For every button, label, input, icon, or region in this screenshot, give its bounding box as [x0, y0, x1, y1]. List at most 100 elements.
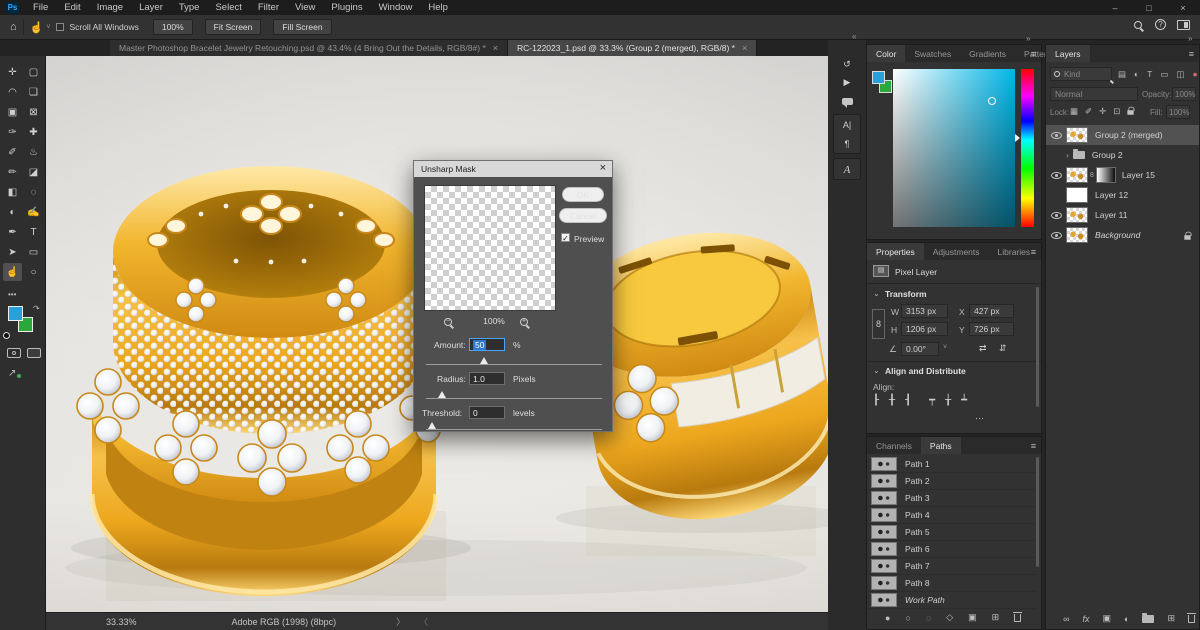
properties-scrollbar[interactable]	[1036, 287, 1039, 407]
layers-panel-menu-icon[interactable]: ≡	[1189, 49, 1194, 59]
stroke-path-icon[interactable]: ○	[905, 613, 910, 623]
workspace-icon[interactable]	[1177, 20, 1190, 30]
menu-view[interactable]: View	[287, 0, 323, 15]
align-top-icon[interactable]: ┯	[929, 395, 935, 406]
screen-mode-icon[interactable]	[27, 348, 41, 358]
menu-type[interactable]: Type	[171, 0, 208, 15]
history-brush-tool[interactable]: ✏	[3, 163, 22, 181]
path-row[interactable]: Path 8	[867, 575, 1037, 592]
tab-layers[interactable]: Layers	[1046, 45, 1090, 62]
layer-row-layer12[interactable]: Layer 12	[1046, 185, 1199, 205]
threshold-slider-thumb[interactable]	[428, 422, 436, 429]
color-field-cursor[interactable]	[988, 97, 996, 105]
glyphs-panel-icon[interactable]: A	[835, 161, 859, 178]
delete-path-icon[interactable]	[1014, 614, 1021, 622]
menu-image[interactable]: Image	[89, 0, 131, 15]
menu-window[interactable]: Window	[371, 0, 421, 15]
add-mask-icon[interactable]: ▣	[968, 612, 977, 623]
dialog-close-icon[interactable]: ×	[600, 162, 606, 174]
paths-scrollbar[interactable]	[1036, 457, 1039, 567]
minimize-button[interactable]: –	[1098, 0, 1132, 15]
share-icon[interactable]: ↗	[8, 368, 16, 379]
menu-edit[interactable]: Edit	[56, 0, 88, 15]
radius-slider[interactable]	[426, 398, 602, 399]
layer-row-group2-merged[interactable]: Group 2 (merged)	[1046, 125, 1199, 145]
smudge-tool[interactable]: ✍	[24, 203, 43, 221]
collapse-panels-icon[interactable]: «	[852, 32, 856, 41]
type-tool[interactable]: T	[24, 223, 43, 241]
path-row[interactable]: Path 6	[867, 541, 1037, 558]
visibility-toggle[interactable]	[1046, 212, 1066, 219]
lasso-tool[interactable]: ◠	[3, 83, 22, 101]
layer-style-icon[interactable]: fx	[1082, 614, 1089, 624]
filter-adjust-icon[interactable]: ◐	[1134, 69, 1139, 80]
layer-thumbnail[interactable]	[1066, 207, 1088, 223]
marquee-tool[interactable]: ▢	[24, 63, 43, 81]
path-selection-tool[interactable]: ➤	[3, 243, 22, 261]
path-row[interactable]: Path 7	[867, 558, 1037, 575]
collapse-column-icon[interactable]: »	[1026, 34, 1029, 43]
mask-from-path-icon[interactable]: ◇	[946, 612, 953, 623]
radius-field[interactable]: 1.0	[469, 372, 505, 385]
path-row[interactable]: Path 2	[867, 473, 1037, 490]
fill-path-icon[interactable]: ●	[885, 613, 890, 623]
visibility-toggle[interactable]	[1046, 172, 1066, 179]
opacity-field[interactable]: 100%	[1172, 87, 1196, 101]
menu-plugins[interactable]: Plugins	[323, 0, 370, 15]
document-tab-active[interactable]: RC-122023_1.psd @ 33.3% (Group 2 (merged…	[508, 40, 757, 56]
hue-slider-arrow[interactable]	[1015, 134, 1020, 142]
hand-tool[interactable]: ☝	[3, 263, 22, 281]
gradient-tool[interactable]: ◧	[3, 183, 22, 201]
layer-thumbnail[interactable]	[1066, 167, 1088, 183]
x-field[interactable]: 427 px	[969, 304, 1014, 318]
y-field[interactable]: 726 px	[969, 322, 1014, 336]
add-layer-mask-icon[interactable]: ▣	[1103, 613, 1112, 624]
layer-filter-search[interactable]: Kind	[1050, 67, 1112, 81]
move-tool[interactable]: ✛	[3, 63, 22, 81]
menu-help[interactable]: Help	[420, 0, 456, 15]
delete-layer-icon[interactable]	[1188, 615, 1195, 623]
dialog-preview-area[interactable]	[424, 185, 556, 311]
properties-panel-menu-icon[interactable]: ≡	[1031, 247, 1036, 257]
expand-group-icon[interactable]: ›	[1066, 150, 1069, 160]
align-bottom-icon[interactable]: ┷	[961, 395, 967, 406]
menu-layer[interactable]: Layer	[131, 0, 171, 15]
align-center-icon[interactable]: ╂	[889, 395, 895, 406]
menu-select[interactable]: Select	[207, 0, 249, 15]
lock-all-icon[interactable]	[1128, 110, 1134, 115]
visibility-toggle[interactable]	[1046, 232, 1066, 239]
frame-tool[interactable]: ⊠	[24, 103, 43, 121]
flip-vertical-icon[interactable]: ⇵	[999, 343, 1007, 354]
paragraph-panel-icon[interactable]: ¶	[835, 135, 859, 152]
scroll-all-windows-checkbox[interactable]	[56, 23, 64, 31]
path-row[interactable]: Path 4	[867, 507, 1037, 524]
transform-collapse-icon[interactable]: ⌄	[873, 289, 880, 298]
lock-position-icon[interactable]: ✛	[1099, 106, 1106, 117]
path-row[interactable]: Path 3	[867, 490, 1037, 507]
panel-foreground-swatch[interactable]	[872, 71, 885, 84]
status-next-icon[interactable]: 〉	[396, 615, 405, 628]
tab-swatches[interactable]: Swatches	[905, 45, 960, 62]
layer-mask-thumbnail[interactable]	[1096, 167, 1116, 183]
filter-toggle-icon[interactable]: ●	[1192, 69, 1197, 80]
constrain-proportions-icon[interactable]: 8	[872, 309, 885, 339]
hand-tool-icon[interactable]: ☝	[30, 21, 44, 34]
filter-smart-icon[interactable]: ◫	[1176, 69, 1184, 80]
clone-stamp-tool[interactable]: ♨	[24, 143, 43, 161]
align-right-icon[interactable]: ┨	[905, 395, 911, 406]
default-colors-icon[interactable]	[3, 332, 10, 339]
work-path-row[interactable]: Work Path	[867, 592, 1037, 609]
path-row[interactable]: Path 1	[867, 456, 1037, 473]
layer-row-layer15[interactable]: 8 Layer 15	[1046, 165, 1199, 185]
blur-tool[interactable]: ◌	[24, 183, 43, 201]
new-group-icon[interactable]	[1142, 615, 1154, 623]
new-adjustment-icon[interactable]: ◐	[1124, 614, 1129, 624]
color-panel-menu-icon[interactable]: ≡	[1031, 49, 1036, 59]
width-field[interactable]: 3153 px	[901, 304, 948, 318]
zoom-out-icon[interactable]: −	[444, 318, 452, 326]
edit-toolbar-icon[interactable]: •••	[8, 290, 16, 299]
tab-gradients[interactable]: Gradients	[960, 45, 1015, 62]
help-icon[interactable]: ?	[1155, 19, 1166, 30]
visibility-toggle[interactable]	[1046, 132, 1066, 139]
filter-type-icon[interactable]: T	[1147, 69, 1152, 80]
